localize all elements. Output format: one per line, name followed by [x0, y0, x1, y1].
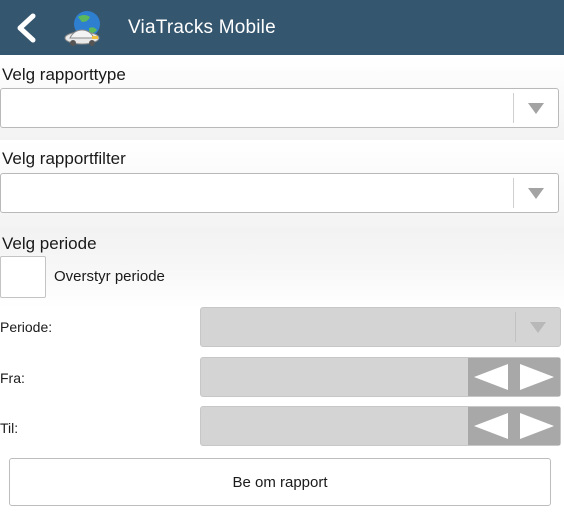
chevron-down-icon [530, 322, 546, 333]
arrow-right-icon [520, 413, 554, 439]
from-date-stepper [468, 358, 560, 396]
divider [515, 312, 516, 342]
to-next-button[interactable] [514, 407, 560, 445]
period-select[interactable] [200, 307, 561, 347]
report-type-section: Velg rapporttype [0, 55, 564, 140]
divider [513, 93, 514, 123]
override-period-label: Overstyr periode [54, 268, 165, 285]
report-filter-select[interactable] [0, 173, 559, 213]
report-filter-section: Velg rapportfilter [0, 140, 564, 228]
override-period-checkbox[interactable] [0, 256, 46, 298]
to-date-field[interactable] [200, 406, 561, 446]
period-label: Periode: [0, 319, 53, 335]
chevron-left-icon [17, 13, 36, 42]
from-label: Fra: [0, 370, 25, 386]
arrow-left-icon [474, 413, 508, 439]
from-date-field[interactable] [200, 357, 561, 397]
to-prev-button[interactable] [468, 407, 514, 445]
back-button[interactable] [14, 13, 42, 43]
from-prev-button[interactable] [468, 358, 514, 396]
request-report-button[interactable]: Be om rapport [9, 458, 551, 506]
report-filter-label: Velg rapportfilter [2, 149, 126, 168]
period-heading: Velg periode [2, 234, 97, 253]
report-type-select[interactable] [0, 88, 559, 128]
to-label: Til: [0, 420, 19, 436]
arrow-left-icon [474, 364, 508, 390]
chevron-down-icon [528, 103, 544, 114]
from-next-button[interactable] [514, 358, 560, 396]
report-type-label: Velg rapporttype [2, 65, 126, 84]
chevron-down-icon [528, 188, 544, 199]
app-header: ViaTracks Mobile [0, 0, 564, 55]
divider [513, 178, 514, 208]
app-title: ViaTracks Mobile [128, 16, 276, 38]
globe-car-icon [64, 10, 100, 46]
to-date-stepper [468, 407, 560, 445]
arrow-right-icon [520, 364, 554, 390]
